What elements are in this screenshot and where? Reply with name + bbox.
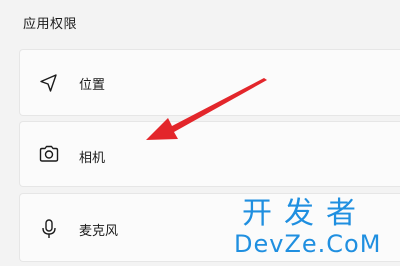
watermark-logo: 开发者 DevZe.CoM <box>234 198 392 262</box>
section-title: 应用权限 <box>23 17 78 32</box>
camera-icon <box>38 143 60 165</box>
pointer-arrow-annotation <box>146 78 267 140</box>
permission-camera-label: 相机 <box>79 151 106 166</box>
permission-microphone-label: 麦克风 <box>79 224 119 239</box>
location-arrow-icon <box>38 72 60 94</box>
watermark-domain: DevZe.CoM <box>234 230 382 258</box>
microphone-icon <box>38 218 60 240</box>
watermark-title: 开发者 <box>242 196 368 231</box>
permission-location-label: 位置 <box>79 78 106 93</box>
